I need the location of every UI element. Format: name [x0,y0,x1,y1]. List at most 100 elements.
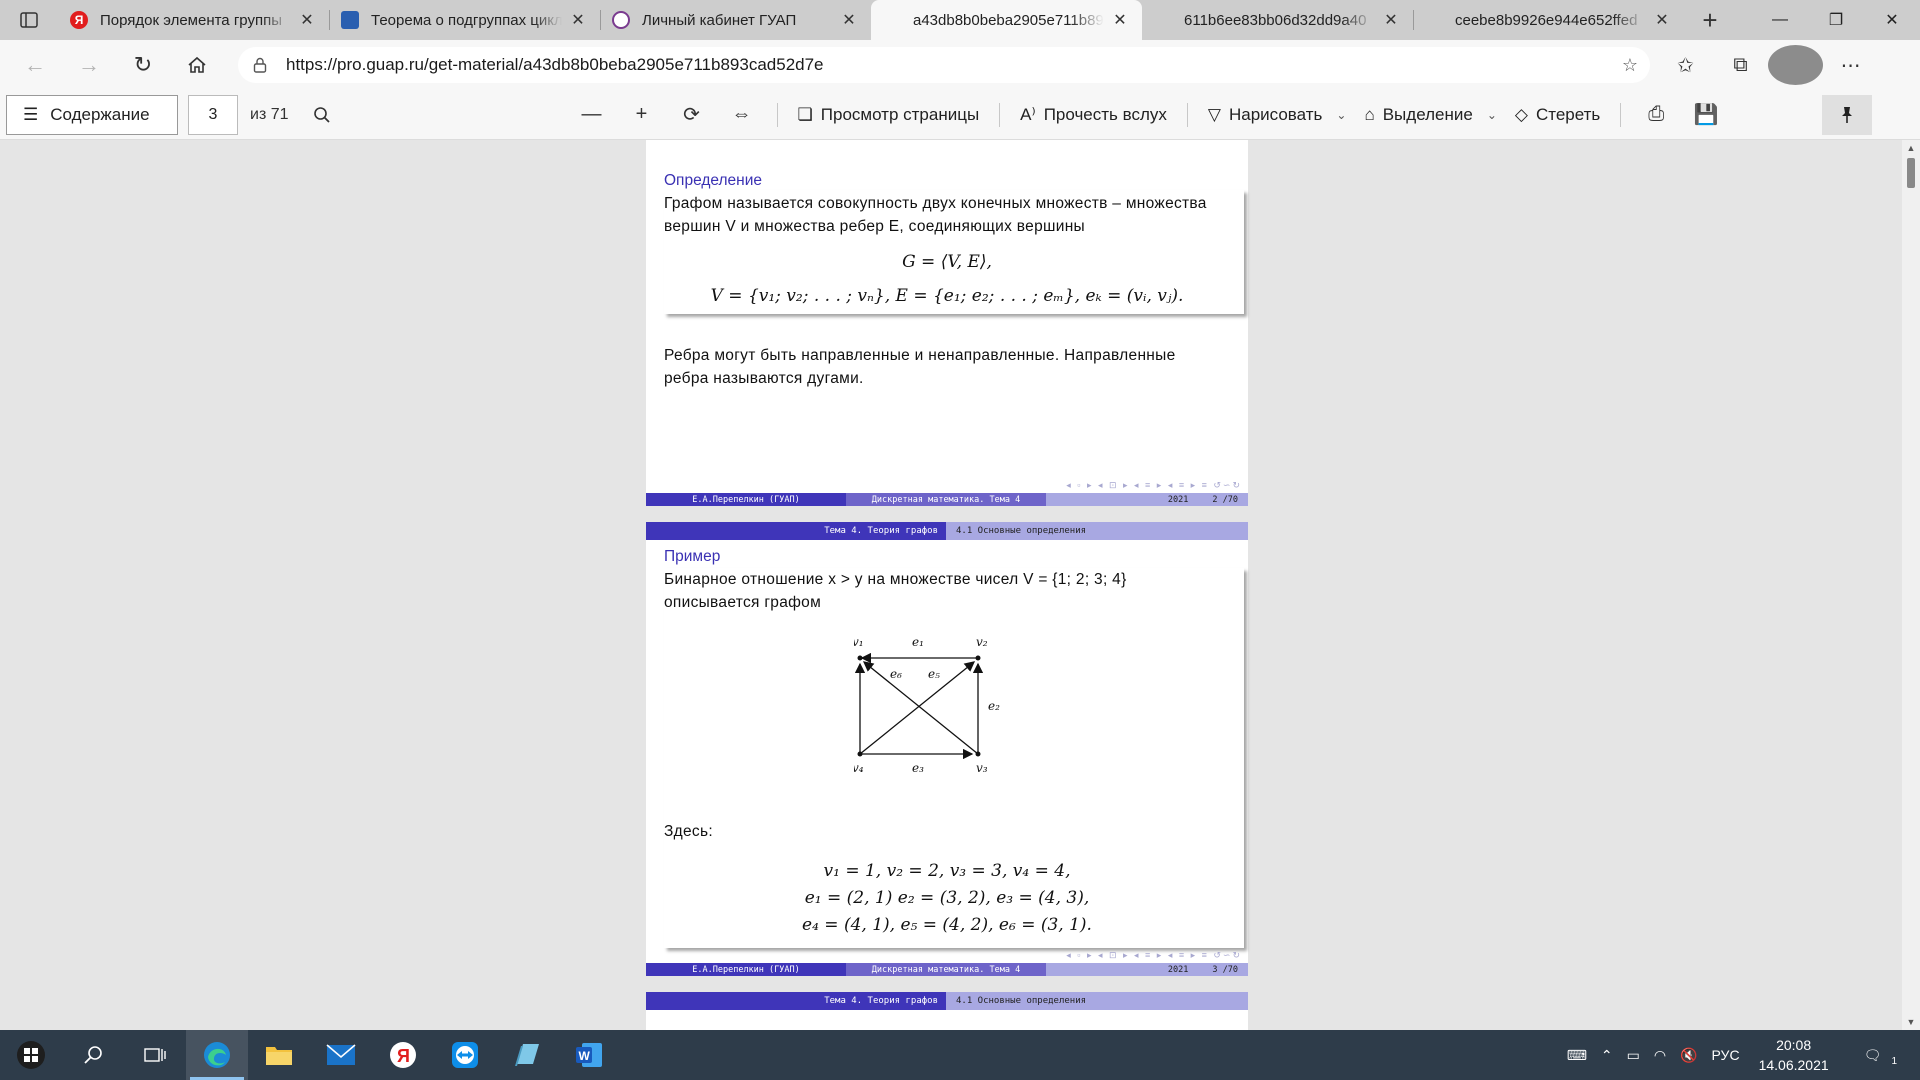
draw-button[interactable]: ▽ Нарисовать [1198,95,1332,135]
browser-tab-4-active[interactable]: a43db8b0beba2905e711b893 ✕ [871,0,1142,40]
url-field[interactable]: https://pro.guap.ru/get-material/a43db8b… [238,47,1650,83]
close-window-button[interactable]: ✕ [1864,0,1920,40]
mail-icon [326,1044,356,1065]
restore-button[interactable]: ❐ [1808,0,1864,40]
more-menu-button[interactable]: ⋯ [1823,45,1878,85]
contents-button[interactable]: ☰ Содержание [6,94,178,135]
battery-icon[interactable]: ▭ [1620,1047,1647,1064]
touch-keyboard-icon[interactable]: ⌨ [1560,1047,1594,1064]
word-taskbar-button[interactable]: W [558,1030,620,1080]
formula-graph: G = ⟨V, E⟩, [902,252,992,272]
pdf-viewport[interactable]: Определение Графом называется совокупнос… [0,140,1902,1030]
favorites-button[interactable]: ✩ [1658,45,1713,85]
close-tab-icon[interactable]: ✕ [297,10,317,30]
edge-e5 [859,661,976,755]
label-e1: e₁ [912,635,924,649]
highlight-button[interactable]: ⌂ Выделение [1354,95,1482,135]
minus-icon: — [581,103,602,125]
show-hidden-icons-chevron[interactable]: ⌃ [1594,1047,1620,1064]
draw-label: Нарисовать [1228,104,1323,124]
site-icon [341,11,359,29]
edge-icon [204,1042,230,1068]
wifi-icon[interactable]: ◠ [1647,1047,1673,1064]
user-icon [612,11,630,29]
svg-text:Я: Я [397,1046,410,1066]
draw-options-chevron-icon[interactable]: ⌄ [1336,108,1346,122]
yandex-taskbar-button[interactable]: Я [372,1030,434,1080]
read-aloud-button[interactable]: A⁾ Прочесть вслух [1010,95,1177,135]
scrollbar-thumb[interactable] [1907,158,1915,188]
zoom-in-button[interactable]: + [617,95,667,135]
vertical-scrollbar[interactable]: ▲ ▼ [1902,140,1920,1030]
forward-button[interactable]: → [62,45,116,85]
label-e2: e₂ [988,699,1000,713]
save-button[interactable]: 💾 [1681,95,1731,135]
notification-center-button[interactable]: 🗨 1 [1841,1044,1920,1067]
beamer-navigation[interactable]: ◂ ▫ ▸ ◂ ⊡ ▸ ◂ ≡ ▸ ◂ ≡ ▸ ≡ ↺∽↻ [1066,480,1242,491]
pin-toolbar-button[interactable] [1822,94,1872,135]
home-button[interactable] [170,45,224,85]
file-explorer-taskbar-button[interactable] [248,1030,310,1080]
page-number-input[interactable]: 3 [188,94,238,135]
page-view-button[interactable]: ❏ Просмотр страницы [788,95,990,135]
beamer-navigation[interactable]: ◂ ▫ ▸ ◂ ⊡ ▸ ◂ ≡ ▸ ◂ ≡ ▸ ≡ ↺∽↻ [1066,950,1242,961]
tab-strip: Я Порядок элемента группы ✕ Теорема о по… [0,0,1920,40]
notepad-taskbar-button[interactable] [496,1030,558,1080]
close-tab-icon[interactable]: ✕ [568,10,588,30]
clock[interactable]: 20:08 14.06.2021 [1747,1035,1841,1075]
here-label: Здесь: [664,823,713,840]
rotate-button[interactable]: ⟳ [667,95,717,135]
example-text-line2: описывается графом [664,594,822,611]
close-tab-icon[interactable]: ✕ [1652,10,1672,30]
minimize-button[interactable]: — [1752,0,1808,40]
svg-text:W: W [579,1049,591,1063]
profile-button[interactable] [1768,45,1823,85]
windows-icon [17,1041,45,1069]
tab-title: ceebe8b9926e944e652ffed [1455,11,1638,29]
edge-taskbar-button[interactable] [186,1030,248,1080]
edges-text: Ребра могут быть направленные и ненаправ… [664,347,1176,387]
toolbar-divider [1186,102,1188,127]
collections-icon: ⧉ [1733,53,1748,76]
browser-tab-1[interactable]: Я Порядок элемента группы ✕ [58,0,329,40]
toolbar-divider [999,102,1001,127]
back-button[interactable]: ← [8,45,62,85]
collections-button[interactable]: ⧉ [1713,45,1768,85]
refresh-button[interactable]: ↻ [116,45,170,85]
scroll-up-icon[interactable]: ▲ [1902,143,1920,153]
erase-button[interactable]: ◇ Стереть [1505,95,1610,135]
close-tab-icon[interactable]: ✕ [839,10,859,30]
language-indicator[interactable]: РУС [1705,1047,1747,1063]
scroll-down-icon[interactable]: ▼ [1902,1017,1920,1027]
formula-sets: V = {v₁; v₂; . . . ; vₙ}, E = {e₁; e₂; .… [710,286,1184,306]
new-tab-button[interactable]: + [1684,0,1736,40]
notification-count: 1 [1891,1055,1897,1067]
tab-actions-button[interactable] [0,0,58,40]
highlight-options-chevron-icon[interactable]: ⌄ [1487,108,1497,122]
close-tab-icon[interactable]: ✕ [1381,10,1401,30]
browser-tab-6[interactable]: ceebe8b9926e944e652ffed ✕ [1413,0,1684,40]
find-button[interactable] [297,95,347,135]
volume-muted-icon[interactable]: 🔇 [1673,1047,1704,1064]
vertex-v1 [857,655,863,661]
close-tab-icon[interactable]: ✕ [1110,10,1130,30]
mail-taskbar-button[interactable] [310,1030,372,1080]
fit-width-button[interactable]: ⇔ [717,95,767,135]
zoom-out-button[interactable]: — [567,95,617,135]
search-taskbar-button[interactable] [62,1030,124,1080]
browser-tab-5[interactable]: 611b6ee83bb06d32dd9a40 ✕ [1142,0,1413,40]
list-icon: ☰ [23,104,39,124]
clock-time: 20:08 [1776,1037,1812,1053]
example-block: Бинарное отношение x > y на множестве чи… [664,568,1244,948]
footer-year: 2021 [1167,495,1189,505]
add-favorite-icon[interactable]: ☆ [1622,55,1638,76]
favorites-icon: ✩ [1677,54,1694,77]
start-button[interactable] [0,1030,62,1080]
task-view-button[interactable] [124,1030,186,1080]
teamviewer-taskbar-button[interactable] [434,1030,496,1080]
browser-tab-2[interactable]: Теорема о подгруппах циклической ✕ [329,0,600,40]
browser-tab-3[interactable]: Личный кабинет ГУАП ✕ [600,0,871,40]
print-button[interactable]: ⎙ [1631,95,1681,135]
graph-edges [854,652,984,760]
yandex-icon: Я [70,11,88,29]
